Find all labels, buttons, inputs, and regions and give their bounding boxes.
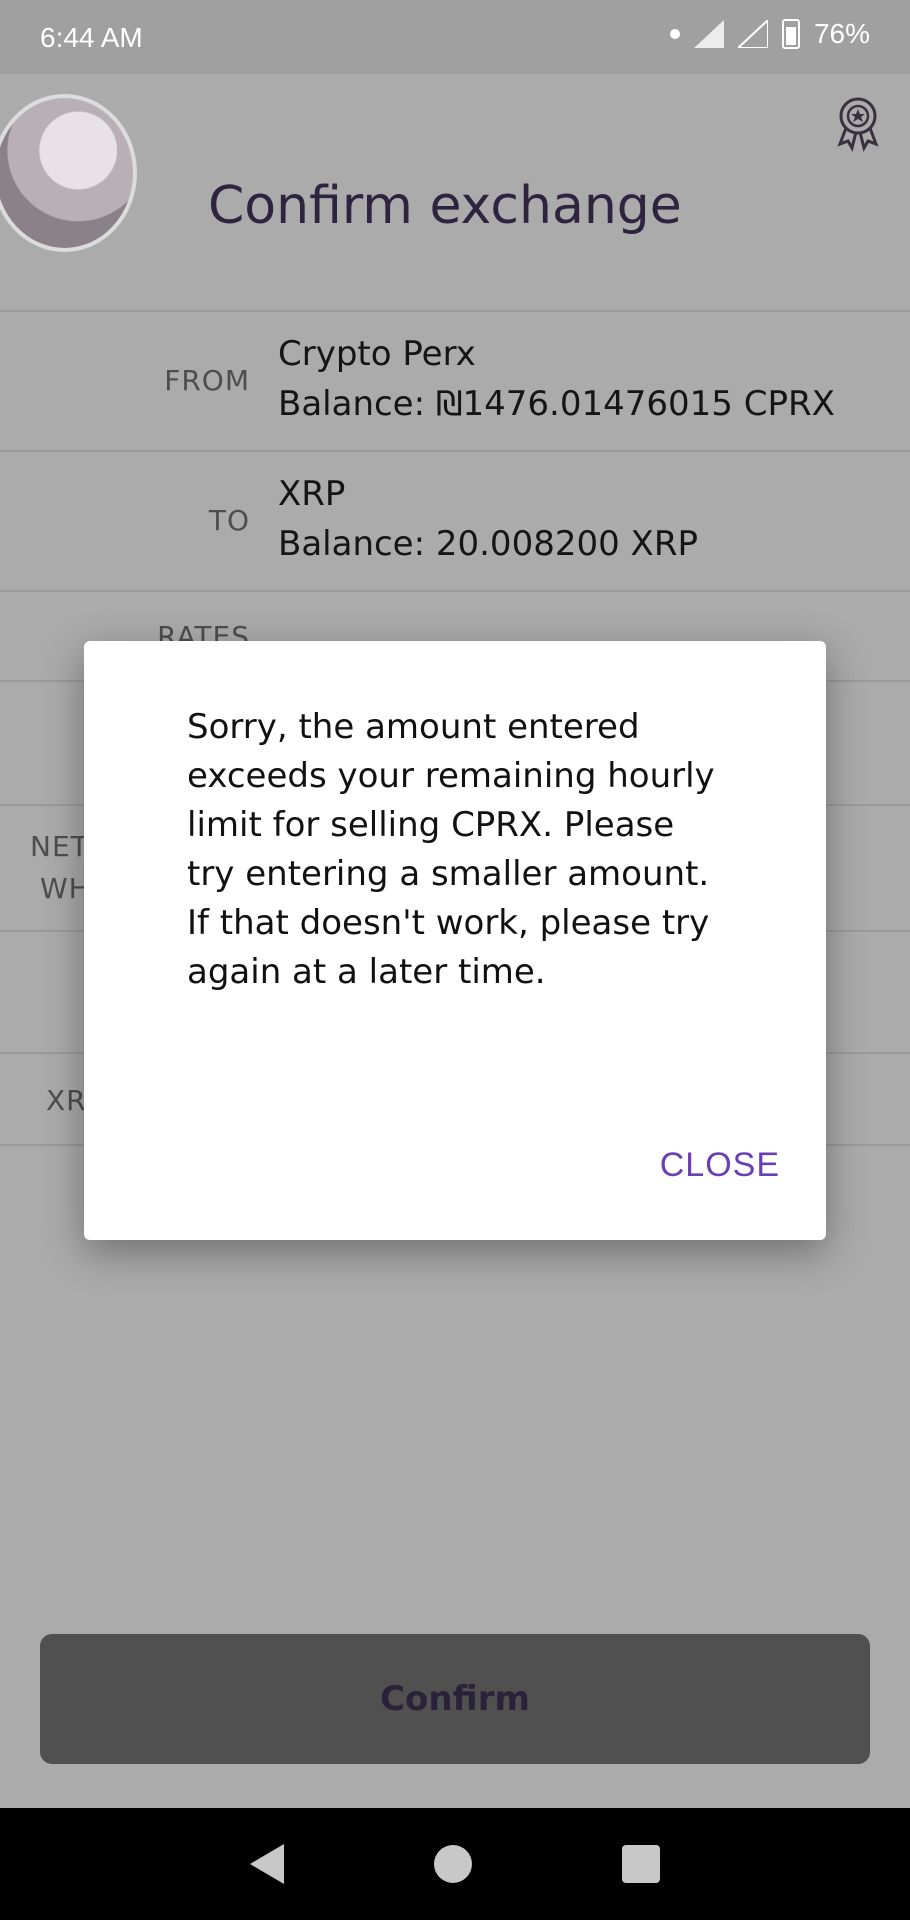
status-time: 6:44 AM [40, 22, 143, 53]
home-icon[interactable] [434, 1845, 472, 1883]
battery-percent: 76% [813, 18, 870, 49]
recent-apps-icon[interactable] [622, 1845, 660, 1883]
confirm-button[interactable]: Confirm [40, 1634, 870, 1764]
from-label: FROM [164, 364, 250, 397]
to-row: TO XRP Balance: 20.008200 XRP [0, 450, 910, 592]
page-title: Confirm exchange [208, 176, 682, 236]
error-dialog: Sorry, the amount entered exceeds your r… [84, 641, 826, 1240]
back-icon[interactable] [250, 1844, 284, 1884]
from-balance: Balance: ₪1476.01476015 CPRX [278, 384, 835, 424]
cell-signal-2-icon [737, 20, 768, 48]
award-ribbon-icon[interactable] [834, 96, 882, 152]
from-row: FROM Crypto Perx Balance: ₪1476.01476015… [0, 310, 910, 452]
cell-signal-icon [693, 20, 724, 48]
close-button[interactable]: CLOSE [660, 1146, 780, 1185]
notification-dot-icon [669, 29, 680, 39]
to-balance: Balance: 20.008200 XRP [278, 524, 698, 564]
from-currency-name: Crypto Perx [278, 334, 476, 374]
to-currency-name: XRP [278, 474, 346, 514]
navigation-bar [0, 1808, 910, 1920]
xrp-label: XR [46, 1084, 87, 1117]
to-label: TO [208, 504, 250, 537]
net-label: NET [30, 830, 89, 863]
battery-icon [781, 19, 800, 49]
status-bar: 6:44 AM 76% [0, 0, 910, 74]
status-icons: 76% [669, 18, 870, 50]
dialog-message: Sorry, the amount entered exceeds your r… [187, 707, 715, 992]
avatar[interactable] [0, 94, 137, 252]
